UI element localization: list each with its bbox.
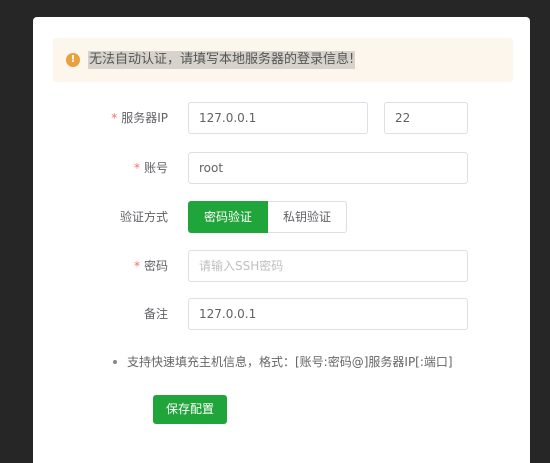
- save-config-button[interactable]: 保存配置: [153, 395, 227, 424]
- warning-icon: !: [66, 53, 80, 67]
- remark-row: 备注 127.0.0.1: [33, 298, 530, 330]
- account-input[interactable]: root: [188, 152, 468, 184]
- required-mark: *: [133, 161, 140, 175]
- auth-method-toggle: 密码验证 私钥验证: [188, 201, 348, 233]
- account-label: * 账号: [133, 161, 168, 175]
- format-tip-text: 支持快速填充主机信息，格式：[账号:密码@]服务器IP[:端口]: [127, 355, 453, 369]
- password-label: * 密码: [133, 259, 168, 273]
- password-input[interactable]: 请输入SSH密码: [188, 250, 468, 282]
- ssh-login-dialog: ! 无法自动认证，请填写本地服务器的登录信息! * 服务器IP 127.0.0.1…: [33, 17, 530, 463]
- warning-alert: ! 无法自动认证，请填写本地服务器的登录信息!: [53, 38, 513, 82]
- server-host-input[interactable]: 127.0.0.1: [188, 102, 368, 134]
- format-tip: 支持快速填充主机信息，格式：[账号:密码@]服务器IP[:端口]: [113, 353, 453, 370]
- server-ip-label: * 服务器IP: [111, 111, 168, 125]
- required-mark: *: [111, 111, 118, 125]
- account-row: * 账号 root: [33, 152, 530, 184]
- remark-label: 备注: [143, 307, 168, 321]
- bullet-icon: [113, 359, 117, 364]
- server-ip-row: * 服务器IP 127.0.0.1 22: [33, 102, 530, 134]
- required-mark: *: [133, 259, 140, 273]
- auth-method-row: 验证方式 密码验证 私钥验证: [33, 201, 530, 233]
- key-auth-button[interactable]: 私钥验证: [268, 201, 348, 233]
- auth-method-label: 验证方式: [119, 210, 168, 224]
- password-row: * 密码 请输入SSH密码: [33, 250, 530, 282]
- server-port-input[interactable]: 22: [384, 102, 468, 134]
- alert-message: 无法自动认证，请填写本地服务器的登录信息!: [88, 51, 356, 69]
- password-auth-button[interactable]: 密码验证: [188, 201, 269, 233]
- remark-input[interactable]: 127.0.0.1: [188, 298, 468, 330]
